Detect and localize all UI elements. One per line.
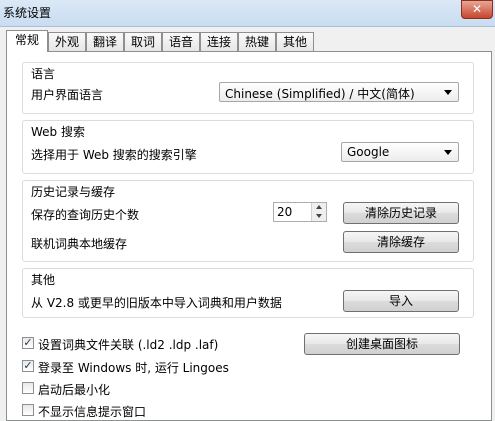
clear-cache-button[interactable]: 清除缓存 [343,231,459,253]
tab-hotkeys[interactable]: 热键 [238,32,276,51]
group-title-other: 其他 [31,273,56,287]
search-engine-value: Google [347,145,390,159]
import-description: 从 V2.8 或更早的旧版本中导入词典和用户数据 [31,296,282,310]
option-label: 不显示信息提示窗口 [38,405,147,419]
checkbox-checked-icon[interactable]: ✓ [22,337,34,349]
tab-other[interactable]: 其他 [276,32,314,51]
option-label: 设置词典文件关联 (.ld2 .ldp .laf) [38,338,219,352]
cache-label: 联机词典本地缓存 [31,237,128,251]
other-group: 其他 从 V2.8 或更早的旧版本中导入词典和用户数据 导入 [22,268,474,318]
title-bar: 系统设置 ✕ [0,0,495,27]
tab-general[interactable]: 常规 [6,30,48,52]
search-engine-select[interactable]: Google [341,142,459,162]
group-title-language: 语言 [31,67,56,81]
arrow-down-icon [316,214,322,218]
ui-language-select[interactable]: Chinese (Simplified) / 中文(简体) [219,82,459,102]
history-count-stepper[interactable]: 20 [273,202,327,222]
chevron-down-icon [444,150,452,155]
create-shortcut-button[interactable]: 创建桌面图标 [304,333,460,355]
chevron-down-icon [444,90,452,95]
ui-language-label: 用户界面语言 [31,88,104,102]
close-button[interactable]: ✕ [461,0,493,19]
tab-translation[interactable]: 翻译 [86,32,124,51]
group-title-web-search: Web 搜索 [31,125,85,139]
tab-connection[interactable]: 连接 [200,32,238,51]
checkbox-unchecked-icon[interactable] [22,404,34,416]
clear-history-button[interactable]: 清除历史记录 [343,202,459,224]
web-search-group: Web 搜索 选择用于 Web 搜索的搜索引擎 Google [22,120,474,174]
tab-appearance[interactable]: 外观 [48,32,86,51]
search-engine-label: 选择用于 Web 搜索的搜索引擎 [31,148,197,162]
history-count-label: 保存的查询历史个数 [31,208,140,222]
checkbox-checked-icon[interactable]: ✓ [22,360,34,372]
option-label: 启动后最小化 [38,383,111,397]
import-button[interactable]: 导入 [343,290,459,312]
stepper-buttons [311,203,326,221]
group-title-history: 历史记录与缓存 [31,185,116,199]
arrow-up-icon [316,205,322,209]
checkbox-unchecked-icon[interactable] [22,382,34,394]
tab-speech[interactable]: 语音 [162,32,200,51]
option-label: 登录至 Windows 时, 运行 Lingoes [38,361,229,375]
window-title: 系统设置 [3,6,52,20]
language-group: 语言 用户界面语言 Chinese (Simplified) / 中文(简体) [22,62,474,114]
history-cache-group: 历史记录与缓存 保存的查询历史个数 20 清除历史记录 联机词典本地缓存 清除缓… [22,180,474,262]
history-count-value: 20 [277,205,293,219]
stepper-down-button[interactable] [312,212,326,221]
ui-language-value: Chinese (Simplified) / 中文(简体) [225,87,415,101]
tab-capture[interactable]: 取词 [124,32,162,51]
